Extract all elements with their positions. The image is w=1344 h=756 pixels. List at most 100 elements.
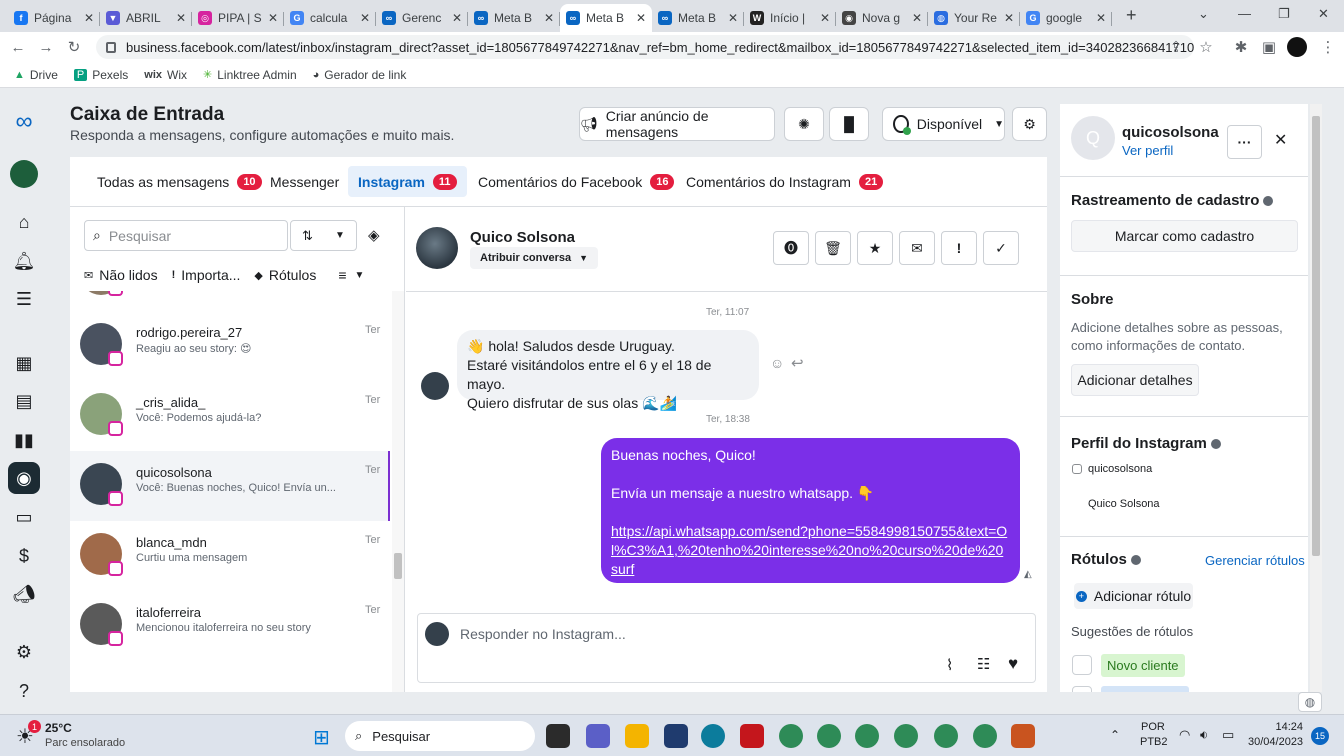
search-input[interactable]: ⌕ Pesquisar: [84, 220, 288, 251]
close-tab-icon[interactable]: ✕: [176, 11, 186, 25]
close-tab-icon[interactable]: ✕: [452, 11, 462, 25]
sidebar-icon[interactable]: ▣: [1255, 38, 1283, 56]
chrome-icon[interactable]: [894, 724, 918, 748]
more-options-button[interactable]: ···: [1227, 125, 1262, 159]
mcafee-icon[interactable]: [740, 724, 764, 748]
content-icon[interactable]: ▦: [8, 347, 40, 379]
chrome-icon[interactable]: [855, 724, 879, 748]
close-tab-icon[interactable]: ✕: [84, 11, 94, 25]
browser-tab[interactable]: ◍ Your Re ✕: [928, 4, 1020, 32]
important-button[interactable]: !: [941, 231, 977, 265]
notifications-icon[interactable]: 🔔︎: [8, 245, 40, 277]
help-icon[interactable]: ?: [8, 675, 40, 707]
maximize-icon[interactable]: ❐: [1278, 6, 1290, 22]
reply-input[interactable]: Responder no Instagram... ⌇ ☷ ♥: [417, 613, 1036, 683]
teams-icon[interactable]: [586, 724, 610, 748]
suggestion-checkbox[interactable]: [1072, 655, 1092, 675]
browser-tab[interactable]: ∞ Meta B ✕: [560, 4, 652, 32]
close-tab-icon[interactable]: ✕: [728, 11, 738, 25]
info-icon[interactable]: [1263, 196, 1274, 207]
conversation-item[interactable]: blanca_mdn Curtiu uma mensagem Ter: [70, 521, 390, 591]
list-scrollbar[interactable]: [392, 291, 404, 692]
layers-icon[interactable]: ◈: [368, 226, 380, 244]
business-avatar[interactable]: [8, 158, 40, 190]
star-button[interactable]: ★: [857, 231, 893, 265]
store-icon[interactable]: [664, 724, 688, 748]
file-explorer-icon[interactable]: [625, 724, 649, 748]
filter-labels[interactable]: ◆ Rótulos: [254, 267, 316, 283]
edge-icon[interactable]: [701, 724, 725, 748]
forward-icon[interactable]: →: [32, 39, 60, 56]
taskbar-search[interactable]: ⌕ Pesquisar: [345, 721, 535, 751]
url-field[interactable]: business.facebook.com/latest/inbox/insta…: [96, 35, 1194, 59]
close-tab-icon[interactable]: ✕: [636, 11, 646, 25]
heart-icon[interactable]: ♥: [1008, 654, 1018, 674]
bookmark-star-icon[interactable]: ☆: [1192, 38, 1220, 56]
browser-tab[interactable]: ∞ Meta B ✕: [468, 4, 560, 32]
close-tab-icon[interactable]: ✕: [912, 11, 922, 25]
translate-icon[interactable]: ◍: [1298, 692, 1322, 712]
spam-button[interactable]: ⓿: [773, 231, 809, 265]
mark-unread-button[interactable]: ✉: [899, 231, 935, 265]
close-panel-icon[interactable]: ✕: [1274, 130, 1287, 150]
browser-tab[interactable]: f Página ✕: [8, 4, 100, 32]
assign-conversation-dropdown[interactable]: Atribuir conversa ▼: [470, 247, 599, 269]
back-icon[interactable]: ←: [4, 39, 32, 56]
extensions-icon[interactable]: ✱: [1227, 38, 1255, 56]
contact-avatar[interactable]: [416, 227, 458, 269]
clock-time[interactable]: 14:24: [1248, 721, 1303, 733]
tab-facebook-comments[interactable]: Comentários do Facebook 16: [468, 166, 684, 197]
show-hidden-icons[interactable]: ⌃: [1110, 728, 1120, 742]
profile-avatar[interactable]: [1287, 37, 1307, 57]
contacts-icon[interactable]: ▭: [8, 501, 40, 533]
conversation-item[interactable]: quicosolsona Você: Buenas noches, Quico! …: [70, 451, 390, 521]
conversation-item[interactable]: rodrigo.pereira_27 Reagiu ao seu story: 😍…: [70, 311, 390, 381]
wifi-icon[interactable]: ◠: [1179, 727, 1190, 743]
task-view-icon[interactable]: [546, 724, 570, 748]
share-icon[interactable]: ⇪: [1162, 38, 1190, 56]
manage-labels-link[interactable]: Gerenciar rótulos: [1205, 553, 1305, 568]
bookmark-pexels[interactable]: P Pexels: [73, 68, 128, 82]
browser-tab[interactable]: Ggoogle ✕: [1020, 4, 1112, 32]
tab-messenger[interactable]: Messenger: [260, 166, 349, 197]
create-ad-button[interactable]: 📢︎ Criar anúncio de mensagens: [579, 107, 775, 141]
tab-search-icon[interactable]: ⌄: [1198, 6, 1209, 22]
browser-tab[interactable]: Gcalcula ✕: [284, 4, 376, 32]
monetization-icon[interactable]: $: [8, 540, 40, 572]
close-tab-icon[interactable]: ✕: [360, 11, 370, 25]
close-window-icon[interactable]: ✕: [1318, 6, 1329, 22]
suggestion-checkbox[interactable]: [1072, 686, 1092, 692]
panel-scrollbar[interactable]: [1310, 104, 1322, 692]
language-top[interactable]: POR: [1141, 721, 1165, 733]
close-tab-icon[interactable]: ✕: [820, 11, 830, 25]
chevron-down-icon[interactable]: ▼: [355, 270, 365, 281]
insights-icon[interactable]: ▮▮: [8, 424, 40, 456]
language-bottom[interactable]: PTB2: [1140, 736, 1168, 748]
conversation-item[interactable]: mbarbosaOieee!!! Vi um anúncio de vocês …: [70, 291, 390, 311]
attach-icon[interactable]: ⌇: [946, 656, 953, 674]
battery-icon[interactable]: ▭: [1222, 727, 1234, 743]
availability-dropdown[interactable]: Disponível ▼: [882, 107, 1005, 141]
tab-all-messages[interactable]: Todas as mensagens 10: [87, 166, 272, 197]
clock-date[interactable]: 30/04/2023: [1248, 736, 1303, 748]
chrome-icon[interactable]: [973, 724, 997, 748]
browser-menu-icon[interactable]: ⋮: [1314, 38, 1342, 56]
notification-badge[interactable]: 15: [1311, 727, 1329, 745]
browser-tab[interactable]: ▼ ABRIL ✕: [100, 4, 192, 32]
bookmark-drive[interactable]: ▲ Drive: [14, 68, 58, 82]
reload-icon[interactable]: ↻: [60, 38, 88, 56]
filter-sliders-icon[interactable]: ≡: [338, 267, 346, 283]
insights-button[interactable]: ▐▌: [829, 107, 869, 141]
minimize-icon[interactable]: —: [1238, 6, 1251, 21]
chrome-icon[interactable]: [779, 724, 803, 748]
inbox-icon[interactable]: ◉: [8, 462, 40, 494]
filter-important[interactable]: ! Importa...: [172, 267, 241, 283]
browser-tab[interactable]: ∞ Meta B ✕: [652, 4, 744, 32]
ads-icon[interactable]: 📣︎: [8, 578, 40, 610]
whatsapp-link[interactable]: https://api.whatsapp.com/send?phone=5584…: [611, 523, 1007, 577]
chrome-icon[interactable]: [817, 724, 841, 748]
bookmark-linktree[interactable]: ✳ Linktree Admin: [203, 68, 297, 82]
conversation-item[interactable]: _cris_alida_ Você: Podemos ajudá-la? Ter: [70, 381, 390, 451]
bookmark-wix[interactable]: wix Wix: [144, 68, 187, 82]
windows-start-icon[interactable]: ⊞: [313, 725, 330, 750]
